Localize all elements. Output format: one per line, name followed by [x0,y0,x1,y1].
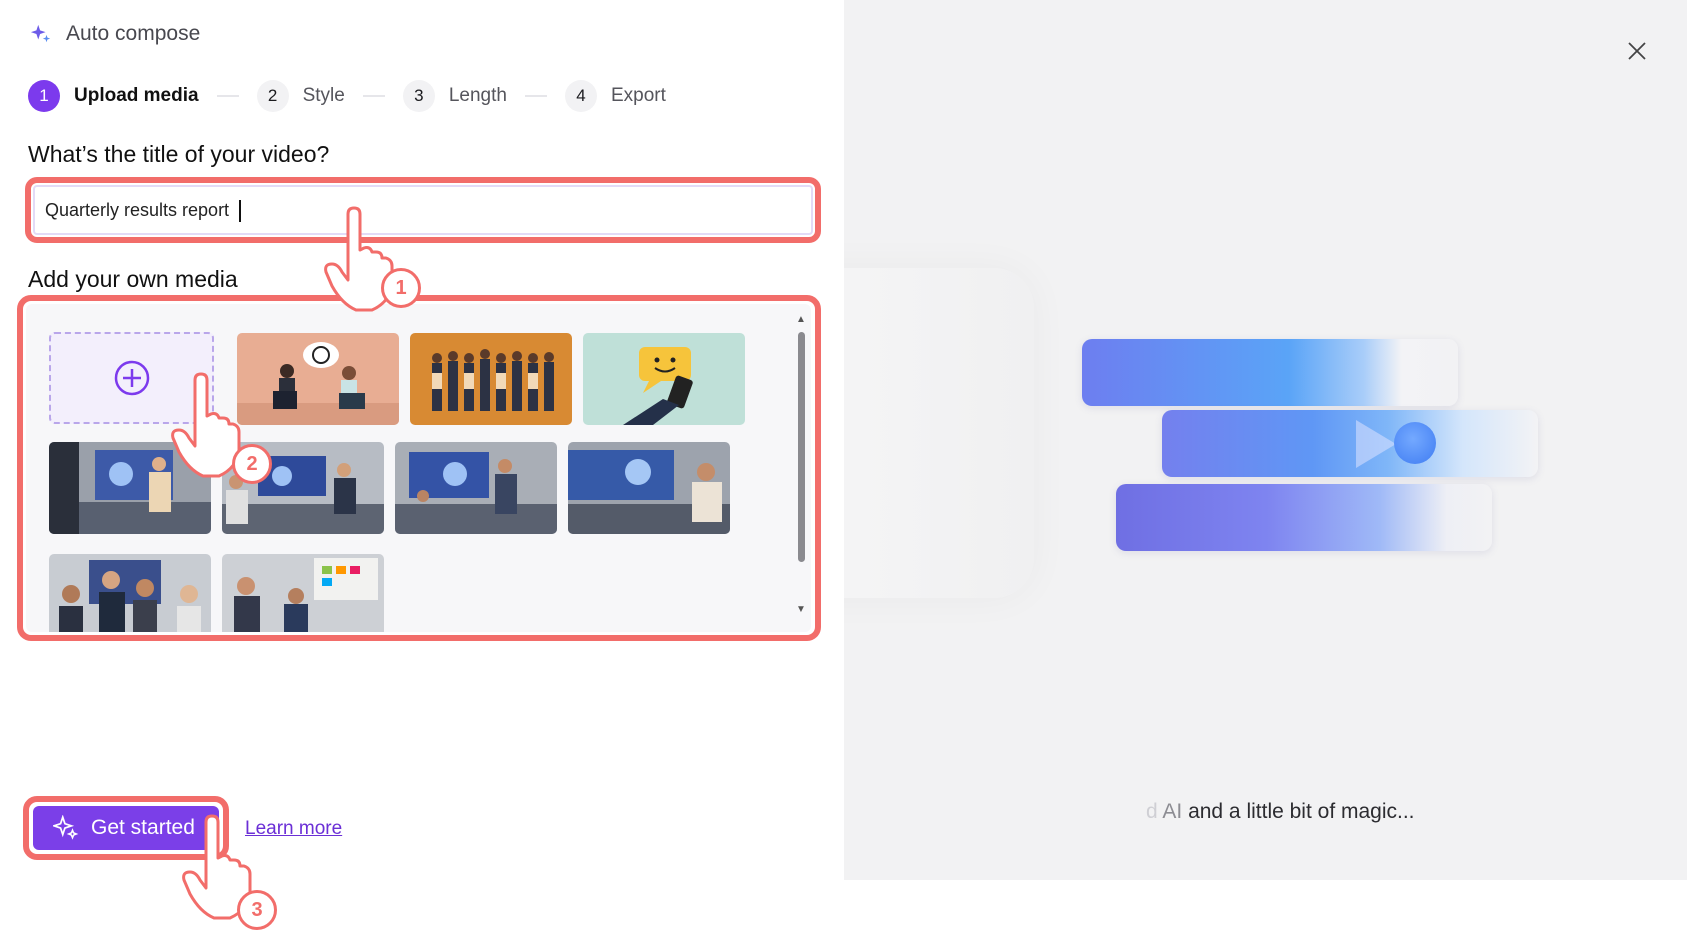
step-label: Upload media [74,85,199,106]
title-heading: What’s the title of your video? [28,141,330,167]
media-thumbnail[interactable] [583,333,745,425]
step-badge: 1 [381,268,421,308]
preview-bar [1116,484,1492,551]
preview-panel: d AI and a little bit of magic... [844,0,1687,880]
chat-smile-illustration [583,333,745,425]
scroll-down-arrow-icon[interactable]: ▼ [796,604,806,615]
media-grid[interactable]: ▲ ▼ [26,304,811,632]
step-divider [216,95,239,97]
office-team-photo-1 [49,554,211,632]
stepper: 1 Upload media 2 Style 3 Length 4 Export [28,80,666,112]
step-number: 1 [28,80,60,112]
office-presentation-4 [568,442,730,534]
text-caret [239,200,241,222]
office-team-photo-2 [222,554,384,632]
step-badge: 3 [237,890,277,930]
video-title-input[interactable] [33,185,813,235]
caption-text: and a little bit of magic... [1188,800,1415,823]
media-heading: Add your own media [28,266,238,292]
step-number: 3 [402,80,435,112]
step-style[interactable]: 2 Style [256,80,345,112]
step-number: 4 [564,80,597,112]
media-thumbnail[interactable] [222,554,384,632]
step-length[interactable]: 3 Length [402,80,507,112]
conversation-illustration [237,333,399,425]
close-icon[interactable] [1624,38,1650,64]
auto-compose-panel: Auto compose 1 Upload media 2 Style 3 Le… [0,0,844,935]
sparkle-icon [30,24,51,43]
step-badge: 2 [232,444,272,484]
step-divider [362,95,385,97]
media-thumbnail[interactable] [568,442,730,534]
caption-fade-text: d [1146,800,1158,823]
play-icon [1356,420,1396,468]
media-thumbnail[interactable] [49,554,211,632]
step-label: Length [448,85,507,106]
decorative-card [844,268,1034,598]
app-header: Auto compose [30,22,200,46]
step-upload-media[interactable]: 1 Upload media [28,80,199,112]
office-presentation-3 [395,442,557,534]
preview-orb [1394,422,1436,464]
app-title: Auto compose [66,22,201,45]
plus-circle-icon [114,360,149,396]
preview-bar [1162,410,1538,477]
scrollbar-thumb[interactable] [798,332,805,562]
step-label: Export [610,85,666,106]
scroll-up-arrow-icon[interactable]: ▲ [796,314,806,325]
step-export[interactable]: 4 Export [564,80,666,112]
media-thumbnail[interactable] [410,333,572,425]
media-thumbnail[interactable] [395,442,557,534]
sparkle-icon [53,815,79,840]
learn-more-link[interactable]: Learn more [245,818,342,840]
step-divider [524,95,547,97]
team-lineup-illustration [410,333,572,425]
step-label: Style [302,85,345,106]
preview-caption: d AI and a little bit of magic... [1146,800,1415,824]
preview-bar [1082,339,1458,406]
step-number: 2 [256,80,289,112]
media-thumbnail[interactable] [237,333,399,425]
caption-fade-text: AI [1162,800,1183,823]
